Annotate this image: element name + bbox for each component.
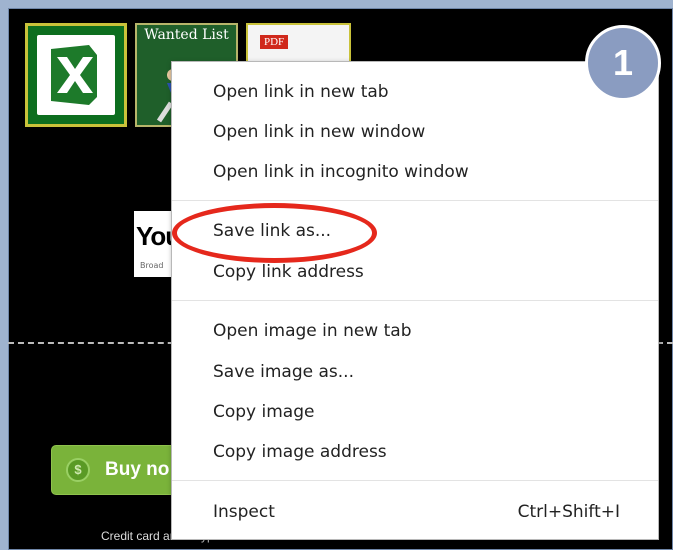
menu-separator (172, 300, 658, 301)
menu-open-link-incognito[interactable]: Open link in incognito window (172, 152, 658, 192)
menu-open-link-new-tab[interactable]: Open link in new tab (172, 72, 658, 112)
menu-open-link-new-window[interactable]: Open link in new window (172, 112, 658, 152)
menu-separator (172, 480, 658, 481)
menu-copy-image-address[interactable]: Copy image address (172, 432, 658, 472)
context-menu: Open link in new tab Open link in new wi… (171, 61, 659, 540)
buy-now-button[interactable]: $ Buy no (51, 445, 191, 495)
step-number-badge: 1 (585, 25, 661, 101)
menu-inspect[interactable]: Inspect Ctrl+Shift+I (172, 492, 658, 532)
wanted-list-label: Wanted List (144, 27, 229, 43)
highlight-annotation (172, 203, 377, 263)
dollar-icon: $ (66, 458, 90, 482)
youtube-subtext: Broad (140, 261, 164, 270)
buy-button-label: Buy no (105, 459, 170, 480)
menu-save-image-as[interactable]: Save image as... (172, 352, 658, 392)
menu-copy-image[interactable]: Copy image (172, 392, 658, 432)
menu-inspect-shortcut: Ctrl+Shift+I (517, 502, 620, 522)
menu-separator (172, 200, 658, 201)
pdf-icon: PDF (260, 35, 289, 49)
excel-icon (37, 35, 115, 115)
menu-inspect-label: Inspect (213, 502, 275, 522)
menu-open-image-new-tab[interactable]: Open image in new tab (172, 311, 658, 351)
excel-file-link[interactable] (25, 23, 127, 127)
